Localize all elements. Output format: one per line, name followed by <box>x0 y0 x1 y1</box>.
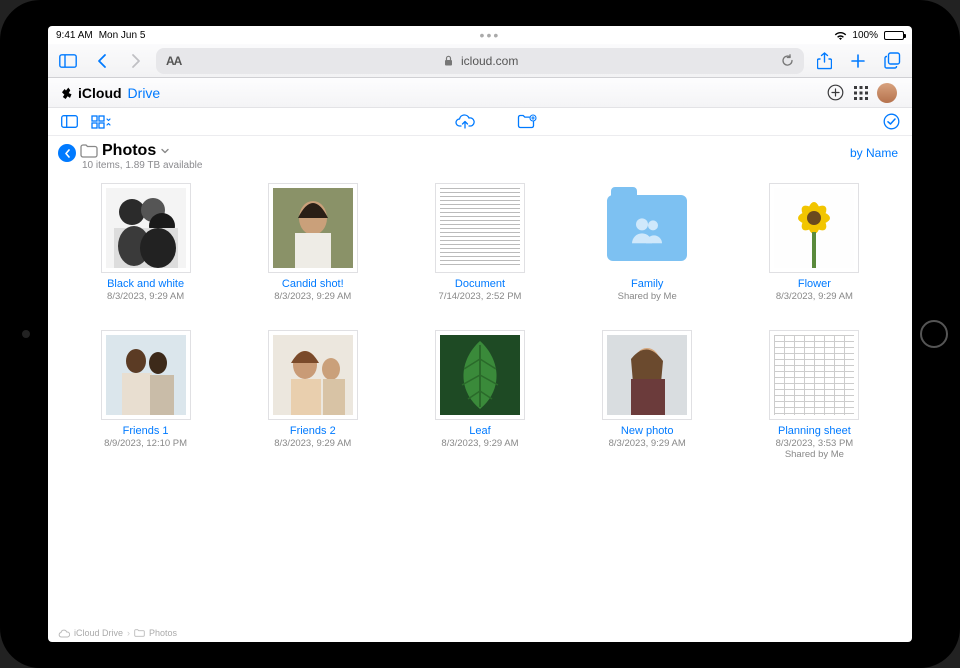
file-meta2: Shared by Me <box>785 449 844 460</box>
file-tile[interactable]: Flower8/3/2023, 9:29 AM <box>735 183 894 302</box>
file-name: Friends 2 <box>290 425 336 437</box>
file-meta: 8/3/2023, 9:29 AM <box>609 438 686 449</box>
select-icon[interactable] <box>880 111 902 133</box>
folder-title[interactable]: Photos <box>102 142 156 160</box>
ipad-frame: 9:41 AM Mon Jun 5 ••• 100% <box>0 0 960 668</box>
file-name: Friends 1 <box>123 425 169 437</box>
file-meta: 8/3/2023, 3:53 PM <box>776 438 854 449</box>
safari-toolbar: AA icloud.com <box>48 44 912 78</box>
forward-button <box>122 47 150 75</box>
back-chevron-icon[interactable] <box>58 144 76 162</box>
file-tile[interactable]: Leaf8/3/2023, 9:29 AM <box>400 330 559 460</box>
sort-button[interactable]: by Name <box>850 142 898 160</box>
breadcrumb-root[interactable]: iCloud Drive <box>74 628 123 638</box>
file-name: Candid shot! <box>282 278 344 290</box>
account-avatar[interactable] <box>874 80 900 106</box>
file-name: Family <box>631 278 663 290</box>
grabber-icon: ••• <box>145 27 834 43</box>
address-bar[interactable]: AA icloud.com <box>156 48 804 74</box>
file-meta: 8/3/2023, 9:29 AM <box>274 438 351 449</box>
folder-small-icon <box>134 629 145 637</box>
file-name: Flower <box>798 278 831 290</box>
status-time: 9:41 AM <box>56 30 93 41</box>
home-button[interactable] <box>920 320 948 348</box>
file-meta: 8/9/2023, 12:10 PM <box>104 438 187 449</box>
file-tile[interactable]: Planning sheet8/3/2023, 3:53 PMShared by… <box>735 330 894 460</box>
camera-dot <box>22 330 30 338</box>
text-size-icon[interactable]: AA <box>166 54 181 68</box>
status-bar: 9:41 AM Mon Jun 5 ••• 100% <box>48 26 912 44</box>
file-name: Black and white <box>107 278 184 290</box>
sidebar-toggle-icon[interactable] <box>54 47 82 75</box>
file-tile[interactable]: Friends 28/3/2023, 9:29 AM <box>233 330 392 460</box>
icloud-header: iCloudDrive <box>48 78 912 108</box>
file-name: Leaf <box>469 425 490 437</box>
file-meta: 7/14/2023, 2:52 PM <box>439 291 522 302</box>
file-tile[interactable]: New photo8/3/2023, 9:29 AM <box>568 330 727 460</box>
screen: 9:41 AM Mon Jun 5 ••• 100% <box>48 26 912 642</box>
new-folder-icon[interactable] <box>516 111 538 133</box>
battery-icon <box>884 31 904 40</box>
file-name: Planning sheet <box>778 425 851 437</box>
reload-icon[interactable] <box>781 54 794 67</box>
view-toggle-icon[interactable] <box>90 111 112 133</box>
file-thumbnail <box>602 330 692 420</box>
back-button[interactable] <box>88 47 116 75</box>
file-thumbnail <box>268 330 358 420</box>
panel-toggle-icon[interactable] <box>58 111 80 133</box>
file-tile[interactable]: FamilyShared by Me <box>568 183 727 302</box>
apps-grid-icon[interactable] <box>848 80 874 106</box>
upload-icon[interactable] <box>454 111 476 133</box>
file-name: New photo <box>621 425 674 437</box>
folder-titlebar: Photos 10 items, 1.89 TB available by Na… <box>48 136 912 173</box>
file-tile[interactable]: Black and white8/3/2023, 9:29 AM <box>66 183 225 302</box>
file-meta: 8/3/2023, 9:29 AM <box>441 438 518 449</box>
file-thumbnail <box>101 183 191 273</box>
lock-icon <box>444 55 453 66</box>
file-meta: 8/3/2023, 9:29 AM <box>274 291 351 302</box>
icloud-brand[interactable]: iCloudDrive <box>60 85 160 101</box>
file-thumbnail <box>268 183 358 273</box>
breadcrumb-leaf[interactable]: Photos <box>149 628 177 638</box>
file-thumbnail <box>435 330 525 420</box>
drive-toolbar <box>48 108 912 136</box>
file-grid: Black and white8/3/2023, 9:29 AMCandid s… <box>66 183 894 460</box>
wifi-icon <box>834 31 846 40</box>
battery-percent: 100% <box>852 30 878 41</box>
cloud-icon <box>58 629 70 638</box>
file-name: Document <box>455 278 505 290</box>
file-meta: Shared by Me <box>618 291 677 302</box>
folder-subtitle: 10 items, 1.89 TB available <box>82 160 202 171</box>
share-icon[interactable] <box>810 47 838 75</box>
file-meta: 8/3/2023, 9:29 AM <box>776 291 853 302</box>
chevron-down-icon[interactable] <box>160 147 170 155</box>
file-thumbnail <box>435 183 525 273</box>
file-thumbnail <box>101 330 191 420</box>
file-thumbnail <box>769 330 859 420</box>
file-tile[interactable]: Friends 18/9/2023, 12:10 PM <box>66 330 225 460</box>
file-grid-wrap: Black and white8/3/2023, 9:29 AMCandid s… <box>48 173 912 625</box>
file-tile[interactable]: Candid shot!8/3/2023, 9:29 AM <box>233 183 392 302</box>
folder-icon <box>80 144 98 158</box>
status-date: Mon Jun 5 <box>99 30 146 41</box>
file-thumbnail <box>602 183 692 273</box>
url-label: icloud.com <box>461 54 518 68</box>
file-meta: 8/3/2023, 9:29 AM <box>107 291 184 302</box>
add-icon[interactable] <box>822 80 848 106</box>
tabs-icon[interactable] <box>878 47 906 75</box>
file-tile[interactable]: Document7/14/2023, 2:52 PM <box>400 183 559 302</box>
file-thumbnail <box>769 183 859 273</box>
new-tab-icon[interactable] <box>844 47 872 75</box>
breadcrumb-footer: iCloud Drive › Photos <box>48 625 912 642</box>
